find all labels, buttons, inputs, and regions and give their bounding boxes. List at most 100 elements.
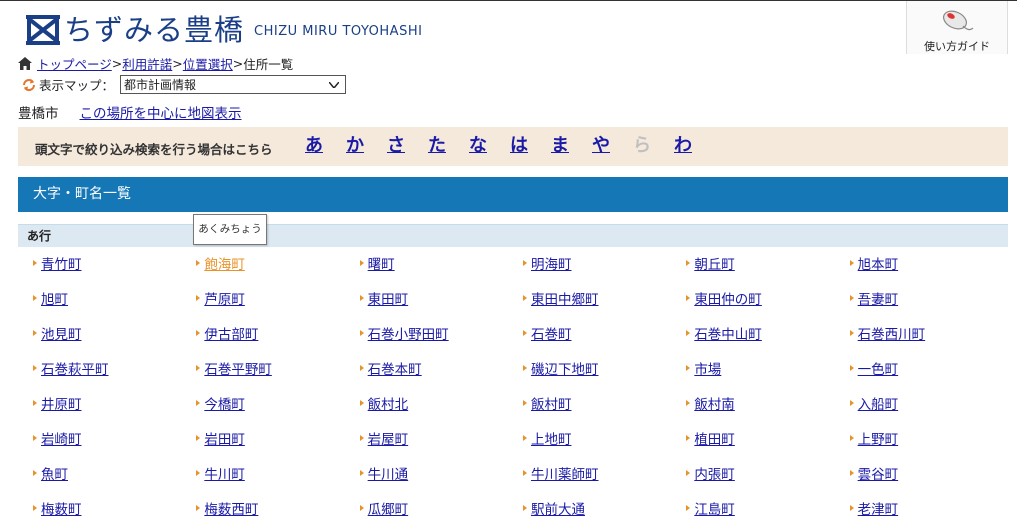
- town-link[interactable]: 岩屋町: [368, 428, 409, 448]
- breadcrumb-separator: >: [232, 55, 244, 71]
- refresh-icon: [23, 78, 35, 91]
- town-item: 東田中郷町: [522, 287, 686, 308]
- town-link[interactable]: 牛川薬師町: [531, 463, 599, 483]
- town-link[interactable]: 入船町: [858, 393, 899, 413]
- town-link[interactable]: 内張町: [694, 463, 735, 483]
- town-link[interactable]: 飽海町: [204, 253, 245, 273]
- town-link[interactable]: 植田町: [694, 428, 735, 448]
- center-map-link[interactable]: この場所を中心に地図表示: [80, 102, 242, 122]
- town-item: 青竹町: [33, 252, 196, 273]
- bullet-arrow-icon: [196, 294, 201, 301]
- home-icon: [18, 56, 32, 70]
- group-title: あ行: [27, 229, 52, 243]
- town-link[interactable]: 曙町: [368, 253, 395, 273]
- town-link[interactable]: 老津町: [858, 498, 899, 518]
- section-title: 大字・町名一覧: [33, 186, 131, 202]
- town-link[interactable]: 石巻中山町: [694, 323, 762, 343]
- usage-guide-button[interactable]: 使い方ガイド: [906, 1, 1008, 54]
- town-link[interactable]: 岩田町: [204, 428, 245, 448]
- kana-letter-7[interactable]: や: [592, 133, 633, 159]
- bullet-arrow-icon: [686, 259, 691, 266]
- town-item: 魚町: [33, 462, 196, 483]
- kana-letter-0[interactable]: あ: [305, 133, 346, 159]
- town-link[interactable]: 梅薮町: [41, 498, 82, 518]
- town-item: 岩崎町: [33, 427, 196, 448]
- town-link[interactable]: 石巻町: [531, 323, 572, 343]
- kana-letter-4[interactable]: な: [469, 133, 510, 159]
- bullet-arrow-icon: [522, 364, 527, 371]
- town-link[interactable]: 東田仲の町: [694, 288, 762, 308]
- kana-letter-6[interactable]: ま: [551, 133, 592, 159]
- town-link[interactable]: 石巻小野田町: [368, 323, 449, 343]
- town-link[interactable]: 池見町: [41, 323, 82, 343]
- kana-letters: あかさたなはまやら わ: [305, 133, 715, 159]
- town-link[interactable]: 石巻平野町: [204, 358, 272, 378]
- town-item: 梅薮西町: [196, 497, 359, 518]
- town-link[interactable]: 今橋町: [204, 393, 245, 413]
- town-item: 岩田町: [196, 427, 359, 448]
- town-link[interactable]: 旭本町: [858, 253, 899, 273]
- town-link[interactable]: 飯村町: [531, 393, 572, 413]
- bullet-arrow-icon: [359, 294, 364, 301]
- town-item: 牛川町: [196, 462, 359, 483]
- bullet-arrow-icon: [196, 399, 201, 406]
- town-item: 伊古部町: [196, 322, 359, 343]
- town-link[interactable]: 牛川通: [368, 463, 409, 483]
- town-link[interactable]: 旭町: [41, 288, 68, 308]
- town-link[interactable]: 岩崎町: [41, 428, 82, 448]
- bullet-arrow-icon: [33, 399, 37, 406]
- chevron-down-icon: [329, 81, 340, 88]
- town-item: 石巻本町: [359, 357, 523, 378]
- breadcrumb-top-page[interactable]: トップページ: [37, 54, 112, 73]
- town-link[interactable]: 魚町: [41, 463, 68, 483]
- town-link[interactable]: 石巻本町: [368, 358, 422, 378]
- town-link[interactable]: 飯村南: [694, 393, 735, 413]
- town-link[interactable]: 江島町: [694, 498, 735, 518]
- town-link[interactable]: 瓜郷町: [368, 498, 409, 518]
- town-link[interactable]: 明海町: [531, 253, 572, 273]
- kana-letter-2[interactable]: さ: [387, 133, 428, 159]
- bullet-arrow-icon: [522, 329, 527, 336]
- bullet-arrow-icon: [359, 469, 364, 476]
- logo-subtitle: CHIZU MIRU TOYOHASHI: [254, 24, 423, 39]
- town-link[interactable]: 東田中郷町: [531, 288, 599, 308]
- town-link[interactable]: 芦原町: [204, 288, 245, 308]
- town-link[interactable]: 井原町: [41, 393, 82, 413]
- bullet-arrow-icon: [359, 399, 364, 406]
- town-link[interactable]: 上地町: [531, 428, 572, 448]
- town-link[interactable]: 駅前大通: [531, 498, 585, 518]
- mouse-icon: [943, 10, 974, 31]
- breadcrumb-license[interactable]: 利用許諾: [122, 54, 172, 73]
- bullet-arrow-icon: [33, 329, 37, 336]
- breadcrumb-separator: >: [172, 55, 183, 71]
- town-link[interactable]: 梅薮西町: [204, 498, 258, 518]
- kana-letter-9[interactable]: わ: [674, 133, 715, 159]
- town-link[interactable]: 石巻西川町: [858, 323, 926, 343]
- town-link[interactable]: 吾妻町: [858, 288, 899, 308]
- town-link[interactable]: 石巻萩平町: [41, 358, 109, 378]
- town-link[interactable]: 磯辺下地町: [531, 358, 599, 378]
- bullet-arrow-icon: [359, 329, 364, 336]
- town-link[interactable]: 市場: [694, 358, 721, 378]
- kana-letter-3[interactable]: た: [428, 133, 469, 159]
- kana-letter-5[interactable]: は: [510, 133, 551, 159]
- kana-letter-1[interactable]: か: [346, 133, 387, 159]
- bullet-arrow-icon: [33, 294, 37, 301]
- town-link[interactable]: 上野町: [858, 428, 899, 448]
- town-link[interactable]: 飯村北: [368, 393, 409, 413]
- town-link[interactable]: 雲谷町: [858, 463, 899, 483]
- bullet-arrow-icon: [33, 434, 37, 441]
- town-link[interactable]: 朝丘町: [694, 253, 735, 273]
- town-link[interactable]: 伊古部町: [204, 323, 258, 343]
- map-select-dropdown[interactable]: 都市計画情報: [120, 75, 347, 94]
- town-item: 市場: [686, 357, 849, 378]
- town-link[interactable]: 東田町: [368, 288, 409, 308]
- town-link[interactable]: 牛川町: [204, 463, 245, 483]
- town-item: 瓜郷町: [359, 497, 523, 518]
- breadcrumb-location-select[interactable]: 位置選択: [183, 54, 233, 73]
- town-link[interactable]: 青竹町: [41, 253, 82, 273]
- bullet-arrow-icon: [849, 399, 854, 406]
- breadcrumb-separator: >: [111, 55, 123, 71]
- town-link[interactable]: 一色町: [858, 358, 899, 378]
- site-logo[interactable]: ちずみる豊橋 CHIZU MIRU TOYOHASHI: [26, 11, 422, 49]
